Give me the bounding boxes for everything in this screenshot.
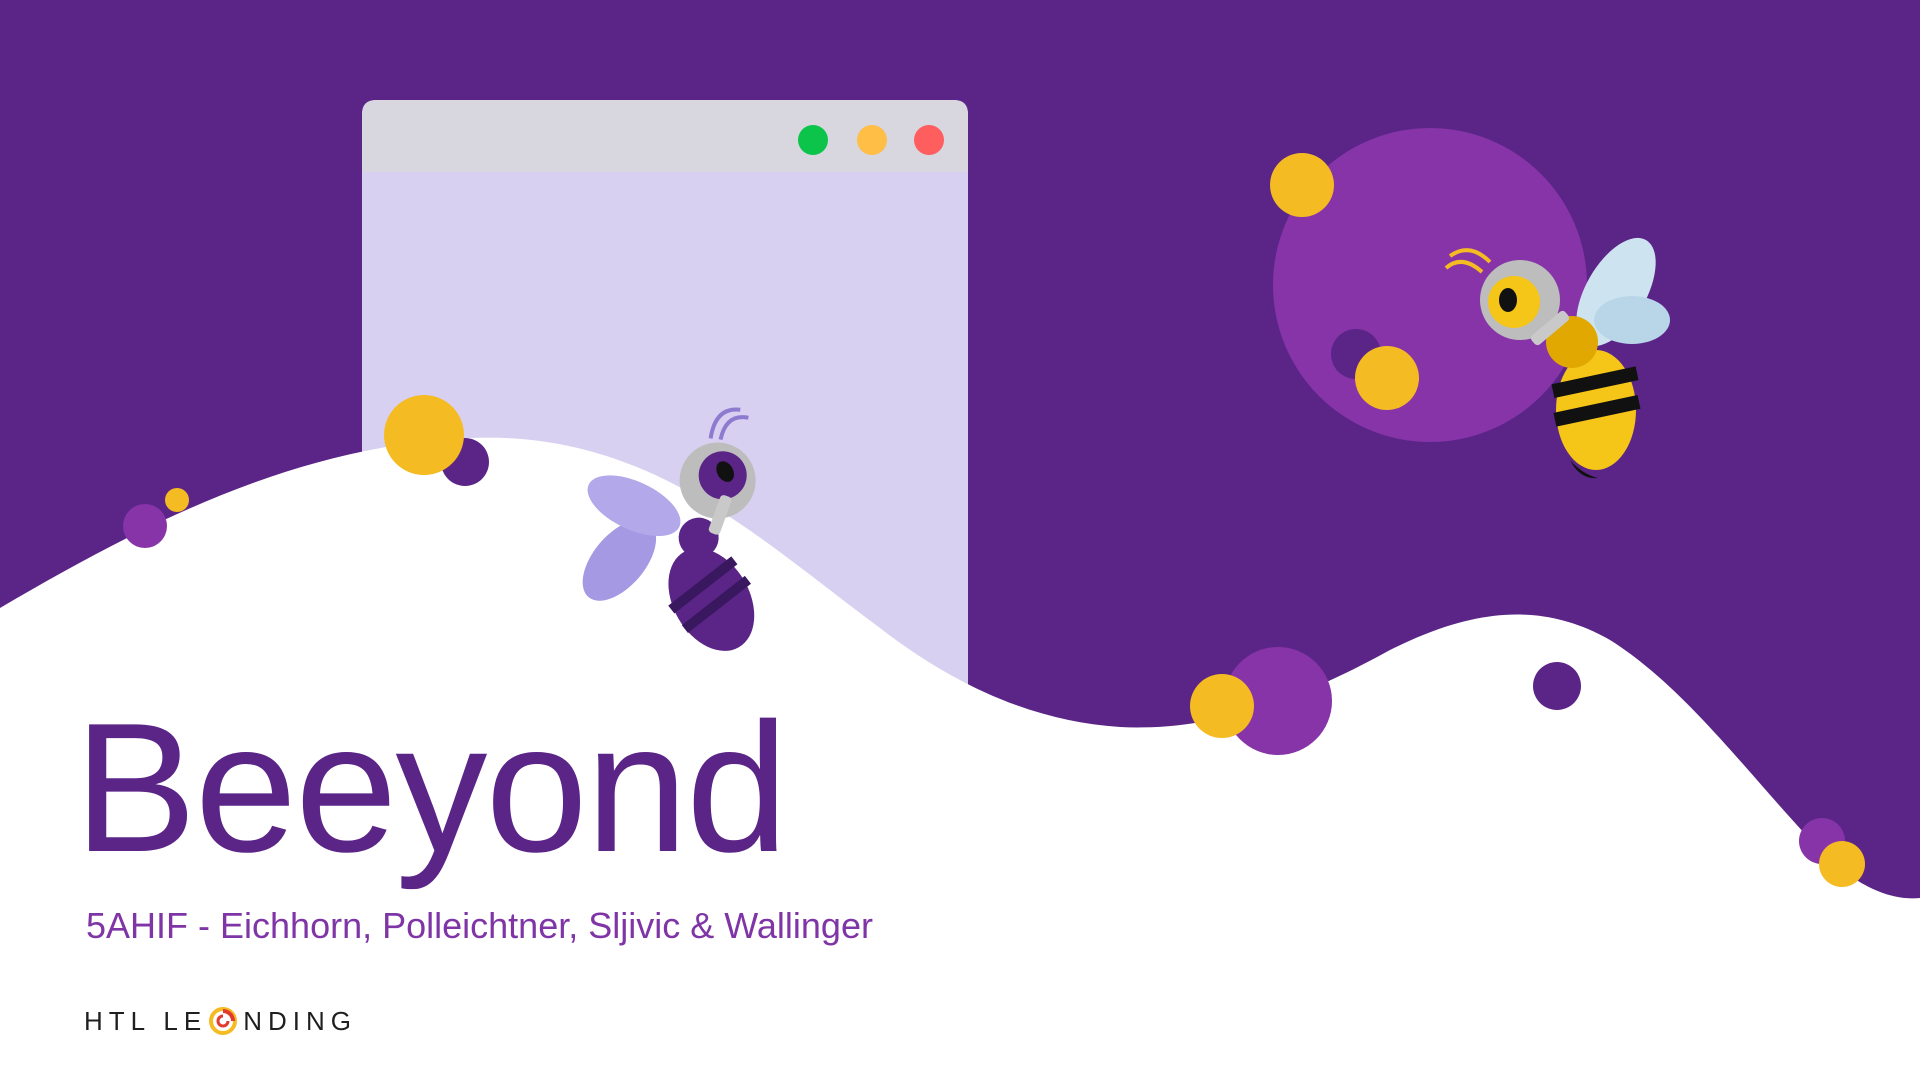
slide-title: Beeyond [74,684,788,890]
window-maximize-dot [798,125,828,155]
swirl-logo-icon [209,1007,238,1035]
window-close-dot [914,125,944,155]
htl-leonding-logo: HTL LE NDING [84,1004,357,1038]
logo-text-part1: HTL LE [84,1005,208,1036]
window-minimize-dot [857,125,887,155]
slide-subtitle: 5AHIF - Eichhorn, Polleichtner, Sljivic … [86,905,873,946]
title-slide: Beeyond 5AHIF - Eichhorn, Polleichtner, … [0,0,1920,1080]
logo-text-part2: NDING [243,1005,357,1036]
